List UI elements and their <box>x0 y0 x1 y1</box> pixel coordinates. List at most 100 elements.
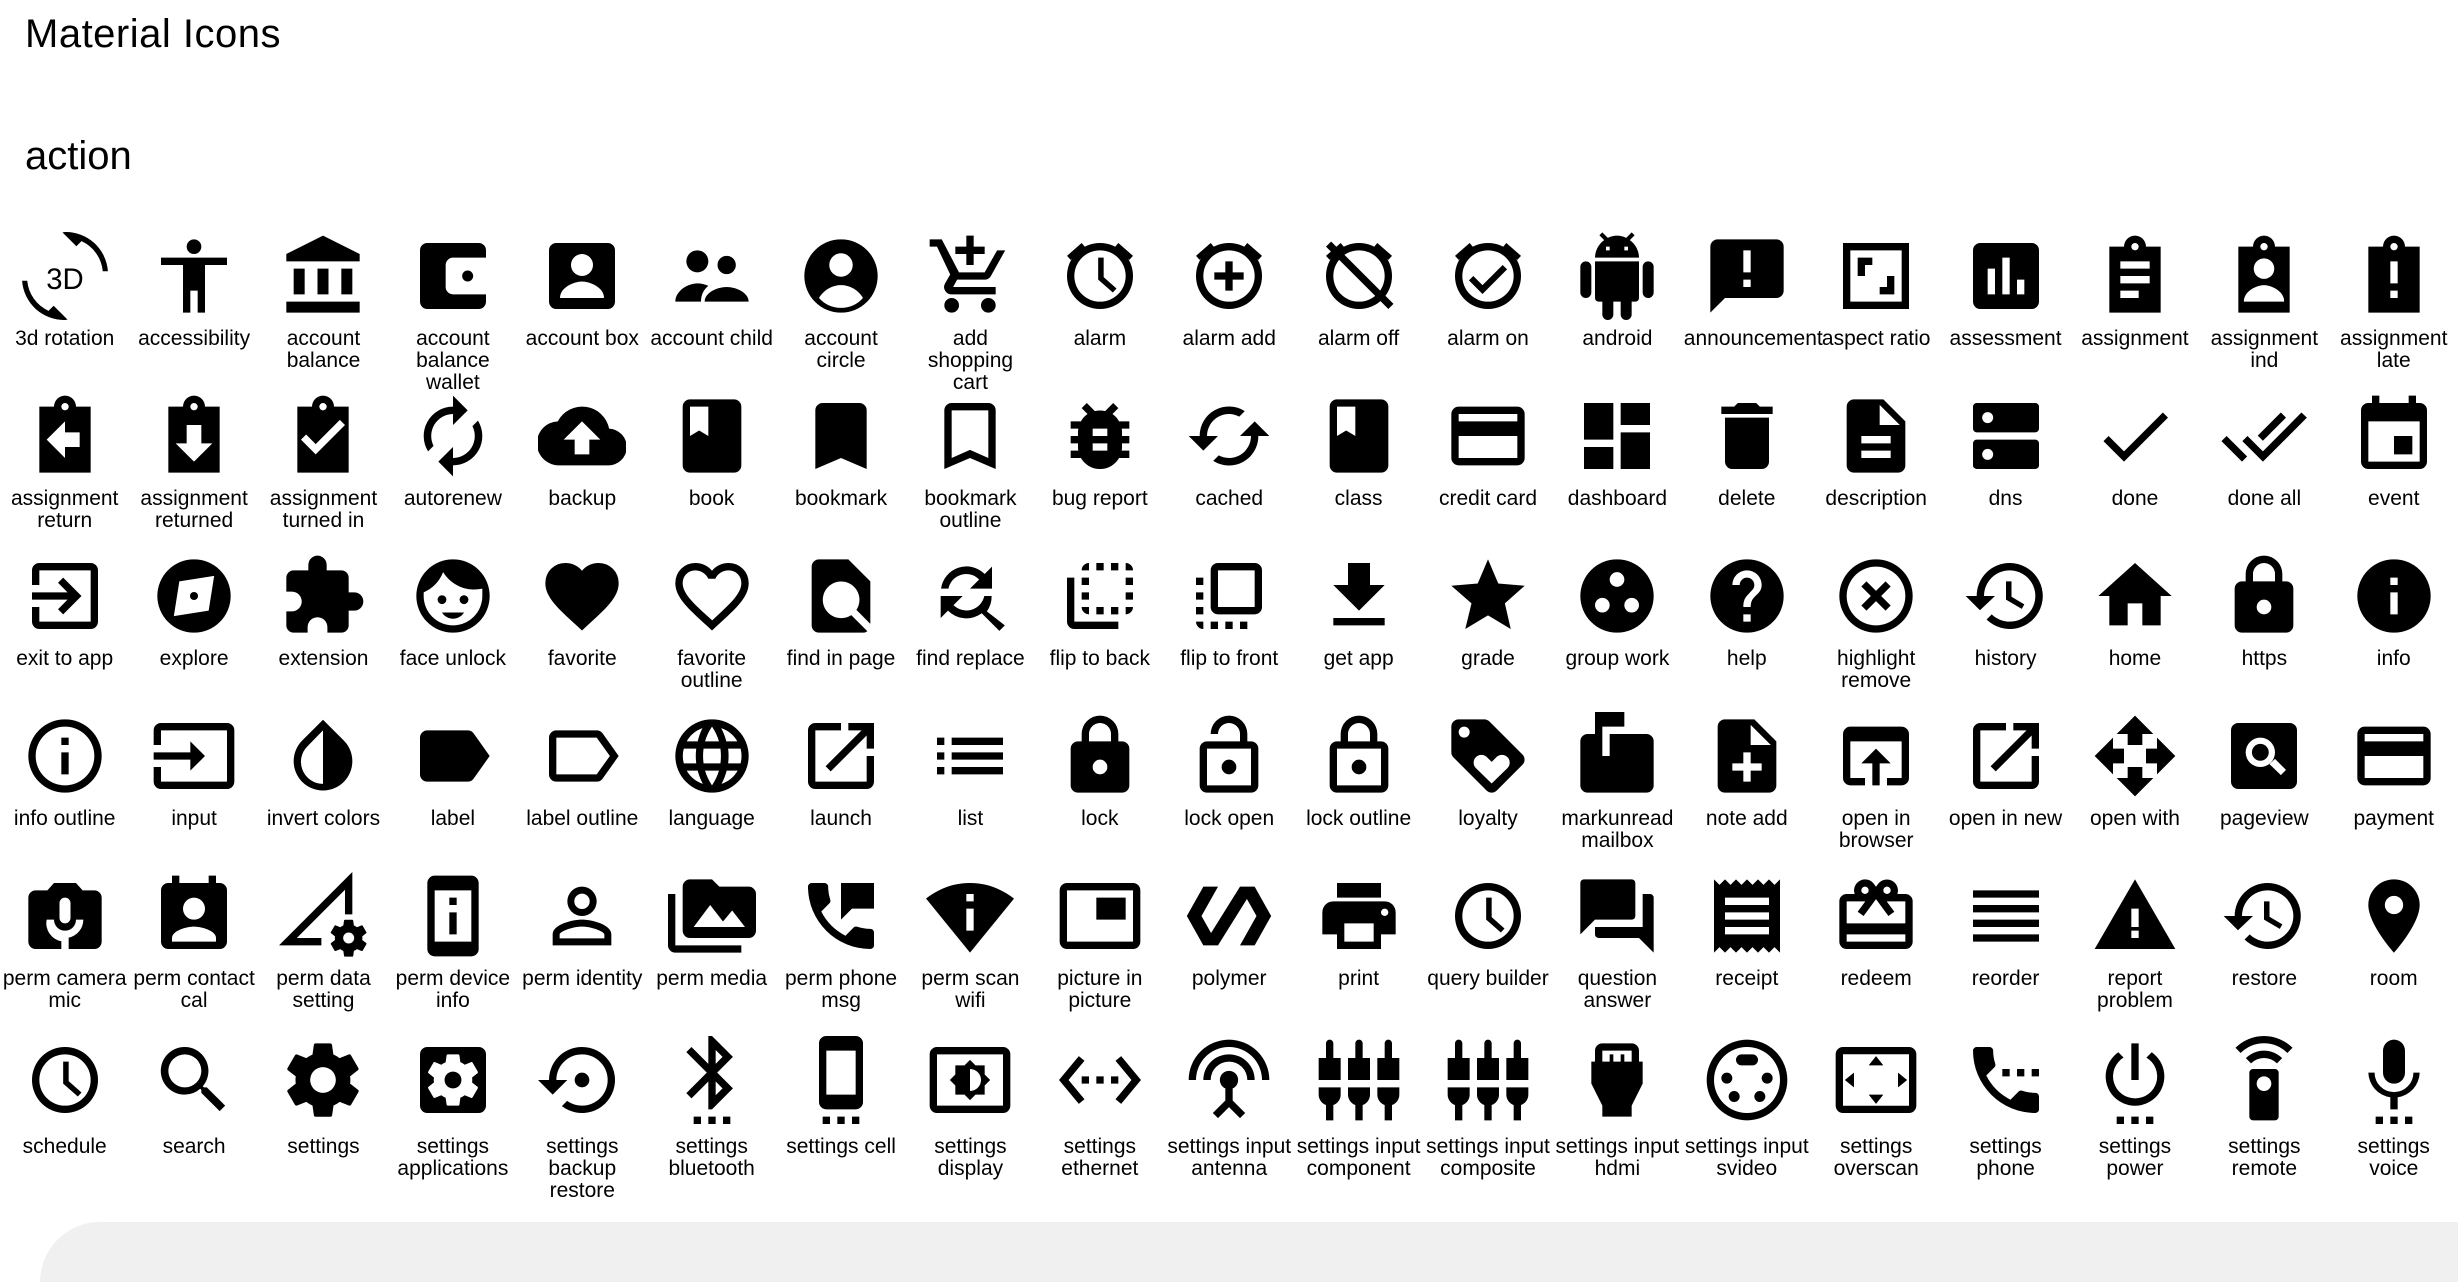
icon-tile-delete[interactable]: delete <box>1682 392 1811 552</box>
icon-tile-group-work[interactable]: group work <box>1553 552 1682 712</box>
icon-tile-alarm-add[interactable]: alarm add <box>1165 232 1294 392</box>
icon-tile-restore[interactable]: restore <box>2200 872 2329 1032</box>
icon-tile-flip-to-front[interactable]: flip to front <box>1165 552 1294 712</box>
icon-tile-launch[interactable]: launch <box>776 712 905 872</box>
icon-tile-input[interactable]: input <box>129 712 258 872</box>
icon-tile-print[interactable]: print <box>1294 872 1423 1032</box>
icon-tile-bug-report[interactable]: bug report <box>1035 392 1164 552</box>
icon-tile-bookmark-outline[interactable]: bookmark outline <box>906 392 1035 552</box>
icon-tile-assignment-returned[interactable]: assignment returned <box>129 392 258 552</box>
icon-tile-description[interactable]: description <box>1811 392 1940 552</box>
icon-tile-account-box[interactable]: account box <box>518 232 647 392</box>
icon-tile-account-child[interactable]: account child <box>647 232 776 392</box>
icon-tile-exit-to-app[interactable]: exit to app <box>0 552 129 712</box>
icon-tile-account-balance[interactable]: account balance <box>259 232 388 392</box>
icon-tile-payment[interactable]: payment <box>2329 712 2458 872</box>
icon-tile-autorenew[interactable]: autorenew <box>388 392 517 552</box>
icon-tile-settings-input-composite[interactable]: settings input composite <box>1423 1032 1552 1212</box>
icon-tile-open-in-browser[interactable]: open in browser <box>1811 712 1940 872</box>
icon-tile-grade[interactable]: grade <box>1423 552 1552 712</box>
icon-tile-done-all[interactable]: done all <box>2200 392 2329 552</box>
icon-tile-alarm-on[interactable]: alarm on <box>1423 232 1552 392</box>
icon-tile-get-app[interactable]: get app <box>1294 552 1423 712</box>
icon-tile-settings-overscan[interactable]: settings overscan <box>1811 1032 1940 1212</box>
icon-tile-reorder[interactable]: reorder <box>1941 872 2070 1032</box>
icon-tile-assignment-late[interactable]: assignment late <box>2329 232 2458 392</box>
icon-tile-lock[interactable]: lock <box>1035 712 1164 872</box>
icon-tile-alarm-off[interactable]: alarm off <box>1294 232 1423 392</box>
icon-tile-perm-identity[interactable]: perm identity <box>518 872 647 1032</box>
icon-tile-accessibility[interactable]: accessibility <box>129 232 258 392</box>
icon-tile-alarm[interactable]: alarm <box>1035 232 1164 392</box>
icon-tile-label-outline[interactable]: label outline <box>518 712 647 872</box>
icon-tile-settings-power[interactable]: settings power <box>2070 1032 2199 1212</box>
icon-tile-perm-data-setting[interactable]: perm data setting <box>259 872 388 1032</box>
icon-tile-dashboard[interactable]: dashboard <box>1553 392 1682 552</box>
icon-tile-assignment-ind[interactable]: assignment ind <box>2200 232 2329 392</box>
icon-tile-lock-open[interactable]: lock open <box>1165 712 1294 872</box>
icon-tile-3d-rotation[interactable]: 3D 3d rotation <box>0 232 129 392</box>
icon-tile-perm-phone-msg[interactable]: perm phone msg <box>776 872 905 1032</box>
icon-tile-settings-voice[interactable]: settings voice <box>2329 1032 2458 1212</box>
icon-tile-polymer[interactable]: polymer <box>1165 872 1294 1032</box>
icon-tile-perm-media[interactable]: perm media <box>647 872 776 1032</box>
icon-tile-find-in-page[interactable]: find in page <box>776 552 905 712</box>
icon-tile-invert-colors[interactable]: invert colors <box>259 712 388 872</box>
icon-tile-info[interactable]: info <box>2329 552 2458 712</box>
icon-tile-settings-input-svideo[interactable]: settings input svideo <box>1682 1032 1811 1212</box>
icon-tile-settings-input-hdmi[interactable]: settings input hdmi <box>1553 1032 1682 1212</box>
icon-tile-language[interactable]: language <box>647 712 776 872</box>
icon-tile-class[interactable]: class <box>1294 392 1423 552</box>
icon-tile-perm-contact-cal[interactable]: perm contact cal <box>129 872 258 1032</box>
icon-tile-receipt[interactable]: receipt <box>1682 872 1811 1032</box>
icon-tile-settings-backup-restore[interactable]: settings backup restore <box>518 1032 647 1212</box>
icon-tile-info-outline[interactable]: info outline <box>0 712 129 872</box>
icon-tile-perm-device-info[interactable]: perm device info <box>388 872 517 1032</box>
icon-tile-settings-ethernet[interactable]: settings ethernet <box>1035 1032 1164 1212</box>
icon-tile-loyalty[interactable]: loyalty <box>1423 712 1552 872</box>
icon-tile-open-with[interactable]: open with <box>2070 712 2199 872</box>
icon-tile-flip-to-back[interactable]: flip to back <box>1035 552 1164 712</box>
icon-tile-home[interactable]: home <box>2070 552 2199 712</box>
icon-tile-assignment-turned-in[interactable]: assignment turned in <box>259 392 388 552</box>
icon-tile-bookmark[interactable]: bookmark <box>776 392 905 552</box>
icon-tile-settings-remote[interactable]: settings remote <box>2200 1032 2329 1212</box>
icon-tile-highlight-remove[interactable]: highlight remove <box>1811 552 1940 712</box>
icon-tile-explore[interactable]: explore <box>129 552 258 712</box>
icon-tile-settings-phone[interactable]: settings phone <box>1941 1032 2070 1212</box>
icon-tile-perm-scan-wifi[interactable]: perm scan wifi <box>906 872 1035 1032</box>
icon-tile-label[interactable]: label <box>388 712 517 872</box>
icon-tile-announcement[interactable]: announcement <box>1682 232 1823 392</box>
icon-tile-schedule[interactable]: schedule <box>0 1032 129 1212</box>
icon-tile-settings-cell[interactable]: settings cell <box>776 1032 905 1212</box>
icon-tile-settings-input-component[interactable]: settings input component <box>1294 1032 1423 1212</box>
icon-tile-event[interactable]: event <box>2329 392 2458 552</box>
icon-tile-find-replace[interactable]: find replace <box>906 552 1035 712</box>
icon-tile-extension[interactable]: extension <box>259 552 388 712</box>
icon-tile-add-shopping-cart[interactable]: add shopping cart <box>906 232 1035 394</box>
icon-tile-report-problem[interactable]: report problem <box>2070 872 2199 1032</box>
icon-tile-lock-outline[interactable]: lock outline <box>1294 712 1423 872</box>
icon-tile-query-builder[interactable]: query builder <box>1423 872 1552 1032</box>
icon-tile-assignment[interactable]: assignment <box>2070 232 2199 392</box>
icon-tile-backup[interactable]: backup <box>518 392 647 552</box>
icon-tile-favorite[interactable]: favorite <box>518 552 647 712</box>
icon-tile-face-unlock[interactable]: face unlock <box>388 552 517 712</box>
icon-tile-help[interactable]: help <box>1682 552 1811 712</box>
icon-tile-dns[interactable]: dns <box>1941 392 2070 552</box>
icon-tile-room[interactable]: room <box>2329 872 2458 1032</box>
icon-tile-settings[interactable]: settings <box>259 1032 388 1212</box>
icon-tile-search[interactable]: search <box>129 1032 258 1212</box>
icon-tile-done[interactable]: done <box>2070 392 2199 552</box>
icon-tile-history[interactable]: history <box>1941 552 2070 712</box>
icon-tile-pageview[interactable]: pageview <box>2200 712 2329 872</box>
icon-tile-android[interactable]: android <box>1553 232 1682 392</box>
icon-tile-credit-card[interactable]: credit card <box>1423 392 1552 552</box>
icon-tile-account-circle[interactable]: account circle <box>776 232 905 392</box>
icon-tile-picture-in-picture[interactable]: picture in picture <box>1035 872 1164 1032</box>
icon-tile-question-answer[interactable]: question answer <box>1553 872 1682 1032</box>
icon-tile-settings-input-antenna[interactable]: settings input antenna <box>1165 1032 1294 1212</box>
icon-tile-settings-applications[interactable]: settings applications <box>388 1032 517 1212</box>
icon-tile-book[interactable]: book <box>647 392 776 552</box>
icon-tile-note-add[interactable]: note add <box>1682 712 1811 872</box>
